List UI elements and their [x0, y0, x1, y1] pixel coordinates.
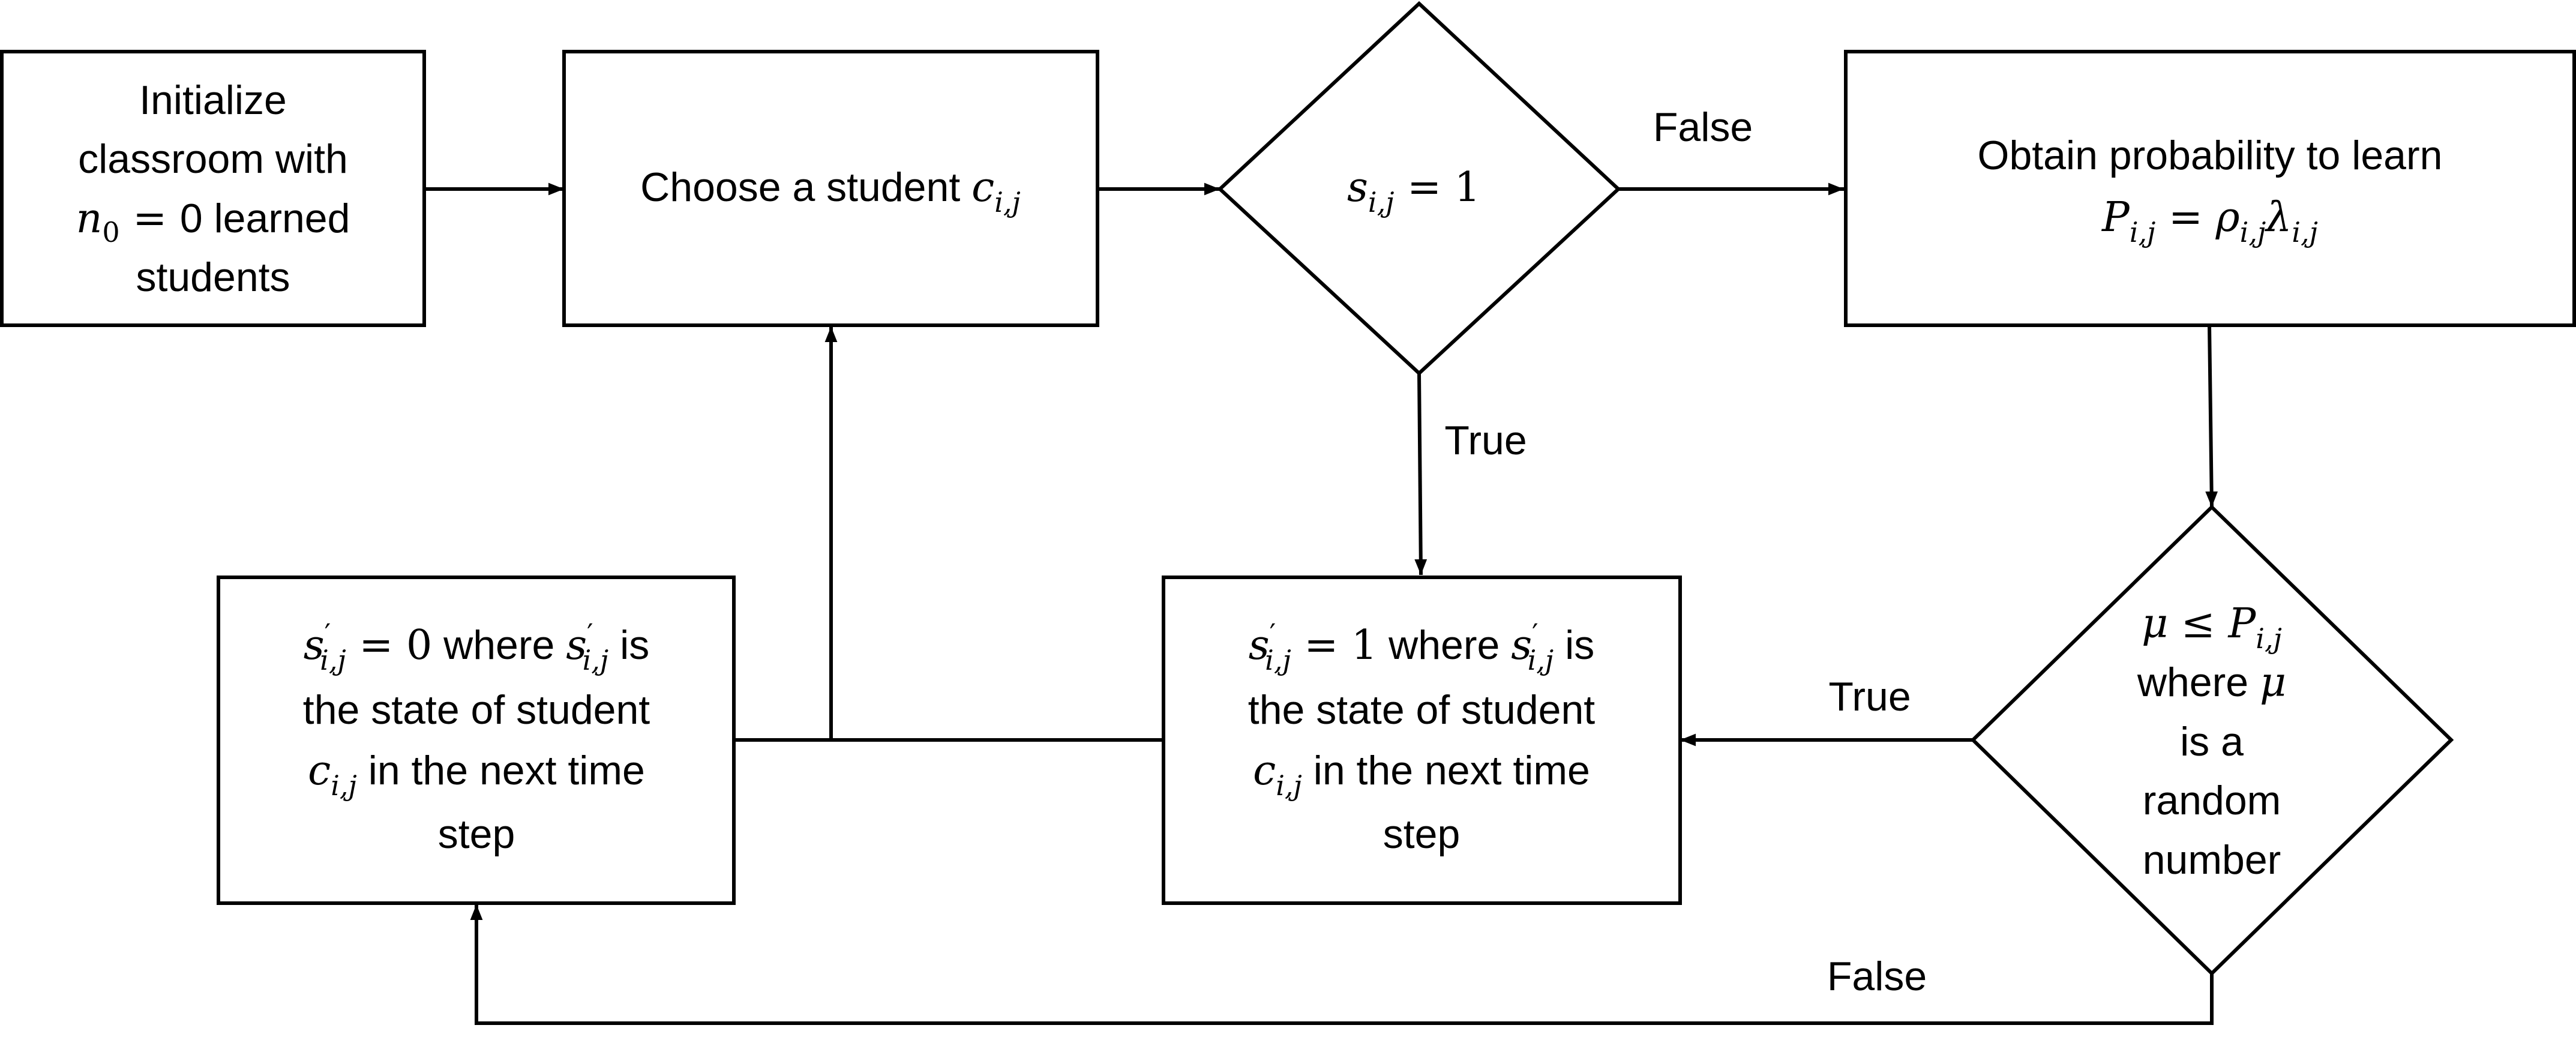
- state-one-line-4: step: [1383, 811, 1461, 857]
- state-one-rhs: = 1: [1291, 622, 1377, 669]
- obtain-math-lambda-sub: i,j: [2292, 216, 2318, 248]
- obtain-math-P: P: [2101, 194, 2130, 241]
- edge-label-d1-true: True: [1444, 418, 1527, 463]
- arrow-decision1-true-to-state-one: [1414, 373, 1428, 576]
- init-line-3-text: 0 learned: [180, 196, 350, 241]
- decision2-math-mu: μ: [2142, 600, 2168, 648]
- state-one-next: in the next time: [1302, 748, 1590, 793]
- node-state-zero: s′ i,j = 0 where s′ i,j is the state of st…: [217, 576, 736, 905]
- state-zero-next: in the next time: [357, 748, 645, 793]
- obtain-math-lambda: λ: [2264, 194, 2292, 241]
- node-decision-state: si,j = 1: [1217, 1, 1621, 376]
- decision2-where: where: [2137, 660, 2260, 705]
- decision2-mu2: μ: [2260, 659, 2286, 706]
- init-line-4: students: [136, 254, 290, 300]
- state-zero-line-2: the state of student: [303, 687, 650, 733]
- decision1-math-sub: i,j: [1368, 186, 1395, 218]
- state-zero-sub2: i,j: [583, 644, 609, 676]
- state-zero-c-sub: i,j: [331, 769, 357, 802]
- obtain-math-P-sub: i,j: [2130, 216, 2156, 248]
- choose-math-sub: i,j: [994, 186, 1021, 218]
- edge-label-d2-true: True: [1828, 674, 1911, 720]
- state-zero-line-4: step: [438, 811, 515, 857]
- decision2-line-5: number: [2143, 837, 2281, 883]
- init-line-2: classroom with: [78, 136, 348, 182]
- decision2-math-le: ≤: [2168, 600, 2228, 648]
- init-math-n0: n: [76, 195, 103, 242]
- edge-label-d2-false: False: [1827, 954, 1927, 999]
- decision2-math-P-sub: i,j: [2256, 622, 2282, 655]
- obtain-math-rho: ρ: [2215, 194, 2240, 241]
- decision1-text: si,j = 1: [1347, 164, 1480, 218]
- decision2-line-3: is a: [2180, 719, 2244, 765]
- init-line-1: Initialize: [139, 77, 287, 123]
- state-one-c-sub: i,j: [1276, 769, 1302, 802]
- obtain-math-eq: =: [2155, 194, 2215, 241]
- node-obtain-probability-box: [1844, 50, 2576, 327]
- init-math-n0-sub: 0: [102, 216, 119, 248]
- state-one-sub2: i,j: [1528, 644, 1554, 676]
- state-zero-sub: i,j: [320, 644, 346, 676]
- decision2-line-4: random: [2143, 778, 2281, 823]
- state-zero-math-c: c: [308, 747, 331, 795]
- state-one-line-2: the state of student: [1248, 687, 1596, 733]
- arrow-obtain-to-decision2: [2205, 324, 2218, 508]
- node-choose-student: Choose a student ci,j: [562, 50, 1099, 327]
- state-one-where: where: [1377, 622, 1511, 668]
- decision2-math-P: P: [2227, 600, 2257, 648]
- node-state-one: s′ i,j = 1 where s′ i,j is the state of st…: [1162, 576, 1682, 905]
- state-one-math-c: c: [1253, 747, 1276, 795]
- decision2-line-2: where μ: [2137, 659, 2286, 706]
- edge-label-d1-false: False: [1653, 104, 1753, 150]
- flowchart: Initialize classroom with n0 = 0 learned…: [0, 1, 2576, 1025]
- init-math-eq: =: [120, 195, 180, 242]
- state-zero-rhs: = 0: [346, 622, 432, 669]
- arrow-decision2-false-to-state-zero: [470, 904, 2214, 1025]
- state-one-is: is: [1554, 622, 1594, 668]
- node-initialize: Initialize classroom with n0 = 0 learned…: [0, 50, 426, 327]
- state-zero-is: is: [608, 622, 649, 668]
- decision1-math-rhs: = 1: [1395, 164, 1480, 211]
- choose-label: Choose a student: [640, 164, 971, 210]
- choose-math-c: c: [971, 164, 994, 211]
- state-one-sub: i,j: [1265, 644, 1291, 676]
- obtain-math-rho-sub: i,j: [2240, 216, 2266, 248]
- state-zero-where: where: [432, 622, 566, 668]
- obtain-line-1: Obtain probability to learn: [1978, 133, 2443, 178]
- node-decision-random: μ ≤ Pi,j where μ is a random number: [1970, 504, 2454, 976]
- decision1-math-s: s: [1347, 164, 1368, 211]
- node-obtain-probability: Obtain probability to learn Pi,j = ρi,jλ…: [1844, 50, 2576, 327]
